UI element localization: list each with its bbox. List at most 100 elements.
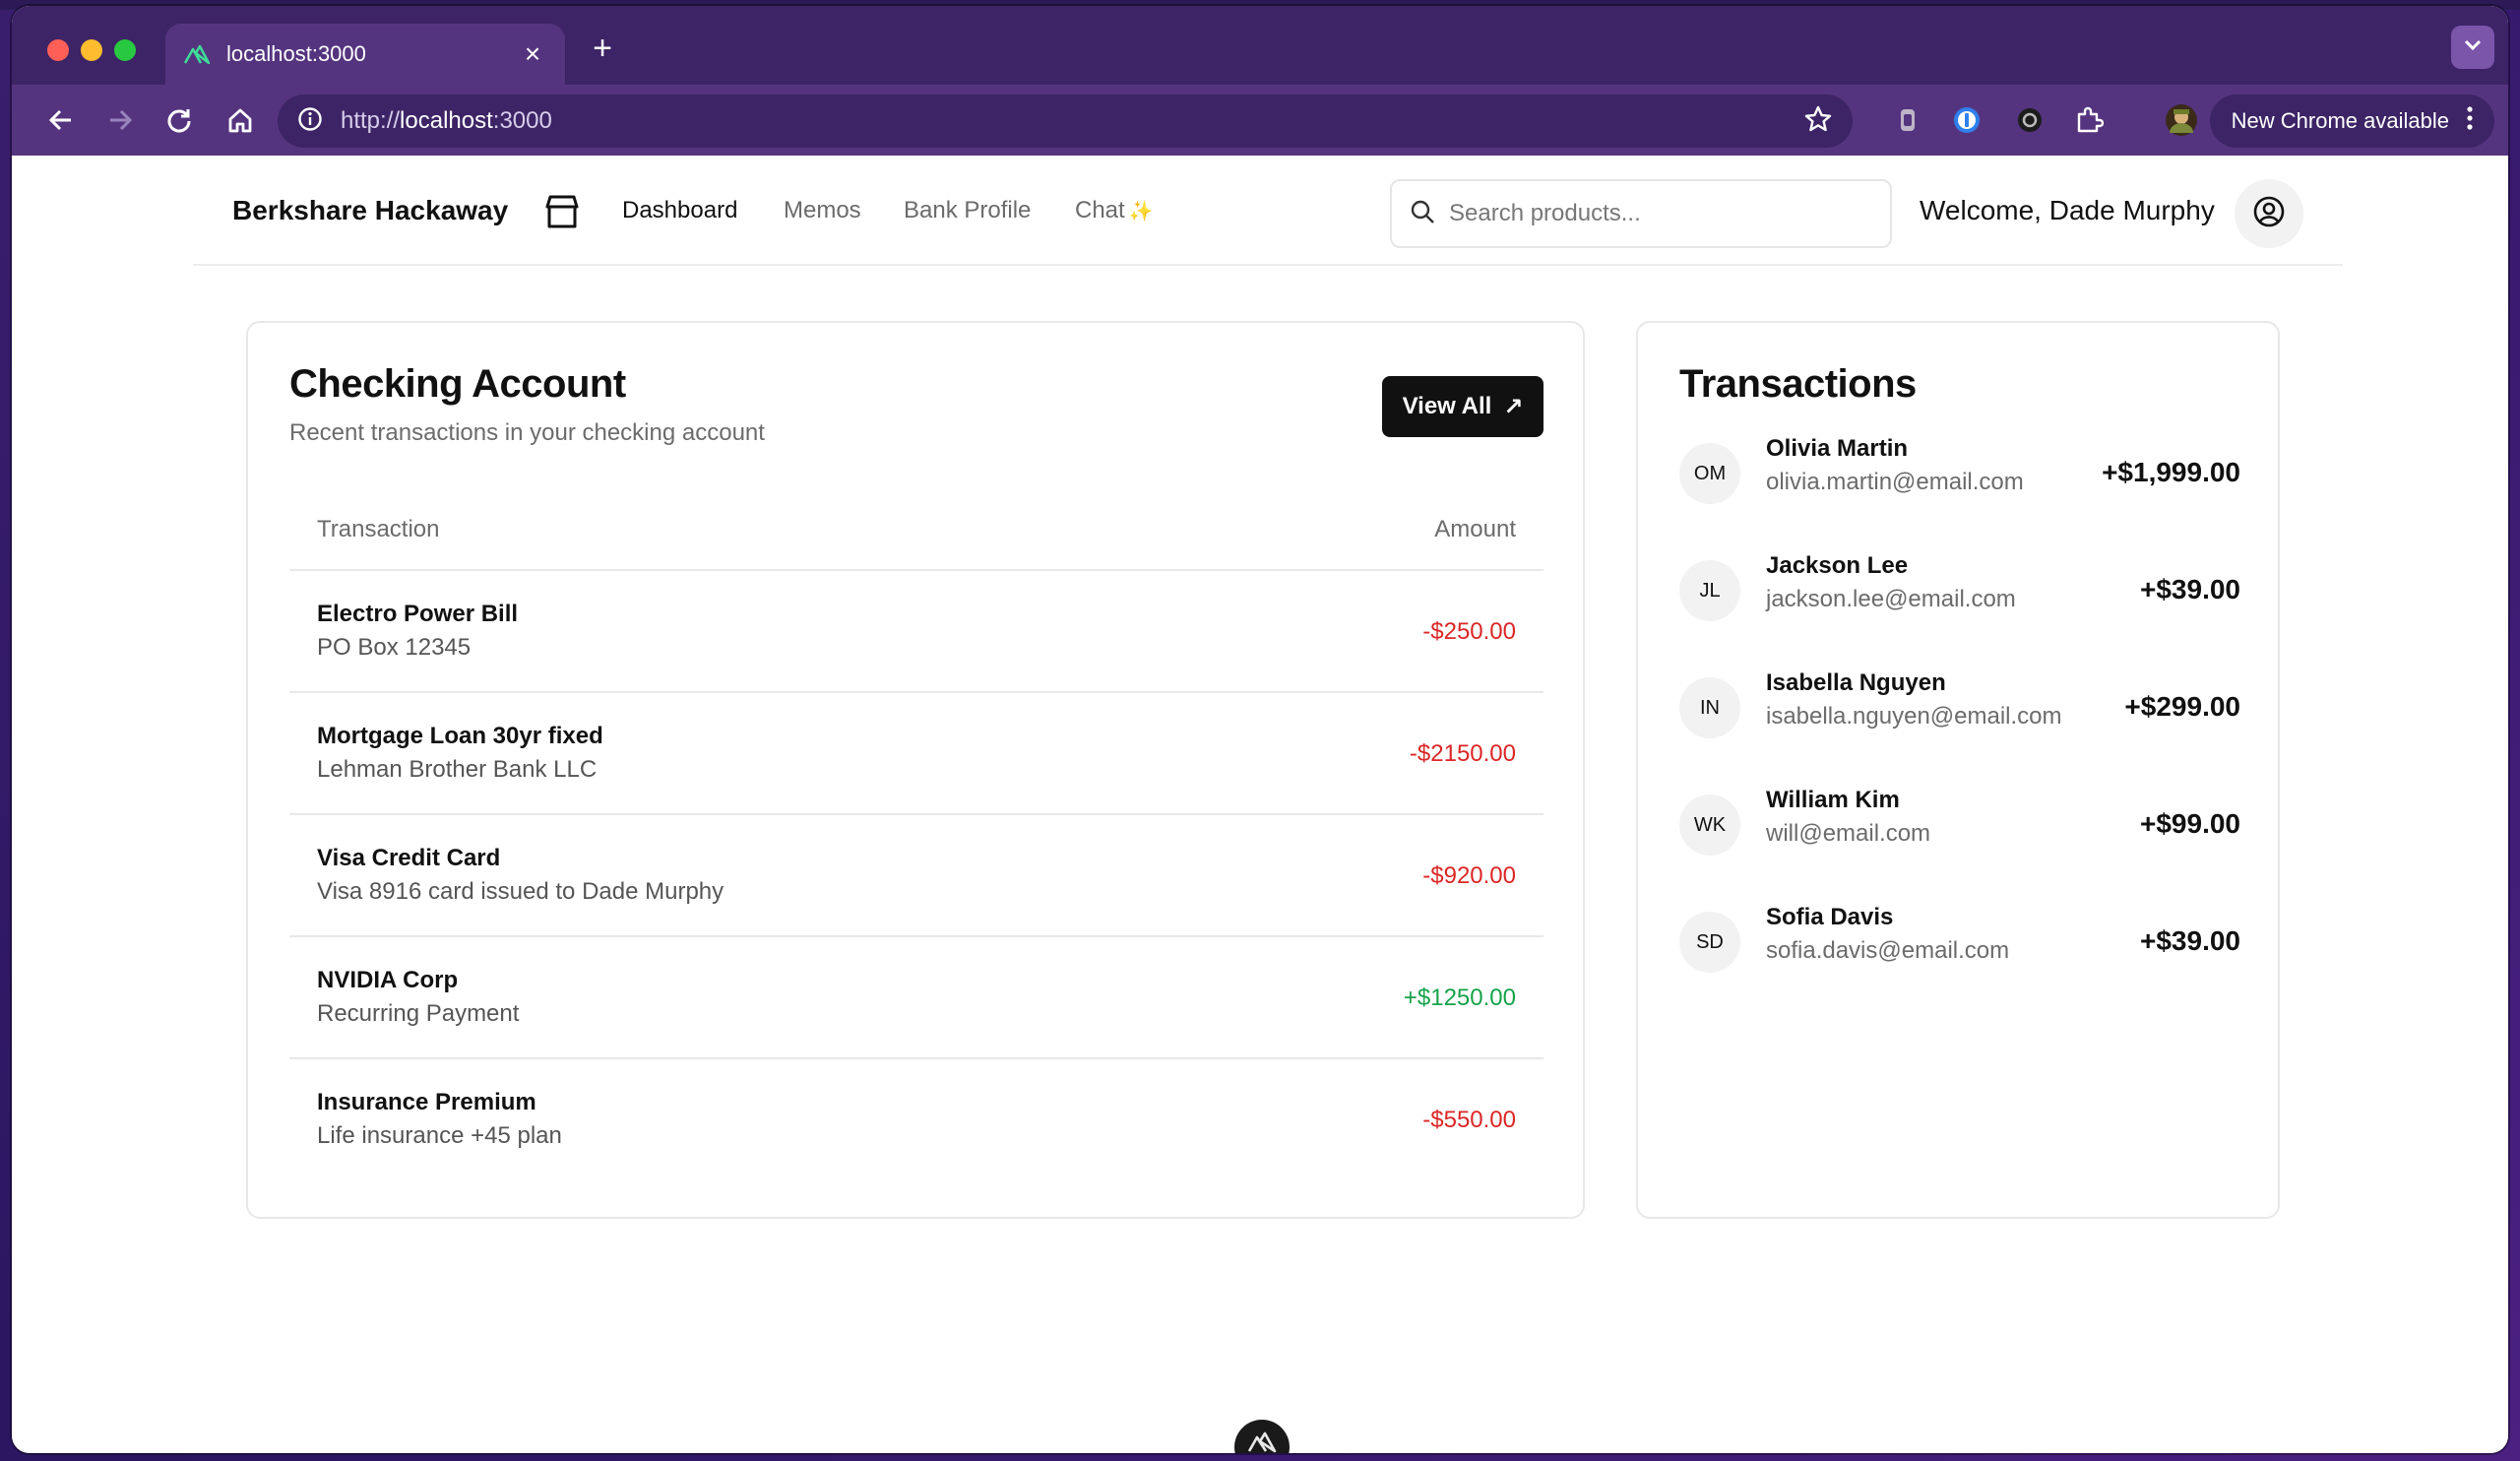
app-header: Berkshare Hackaway Dashboard Memos Bank … <box>193 156 2343 266</box>
customer-email: sofia.davis@email.com <box>1766 937 2010 964</box>
password-manager-icon[interactable] <box>1945 98 1988 142</box>
card-subtitle: Recent transactions in your checking acc… <box>289 419 765 446</box>
web-page: Berkshare Hackaway Dashboard Memos Bank … <box>12 156 2508 1453</box>
search-input[interactable] <box>1449 200 1862 227</box>
customer-name: Sofia Davis <box>1766 904 1894 930</box>
browser-window: localhost:3000 × + http://localhost:3000… <box>12 6 2508 1453</box>
chrome-update-button[interactable]: New Chrome available <box>2209 95 2494 148</box>
browser-tab[interactable]: localhost:3000 × <box>165 24 565 85</box>
checking-account-card: Checking Account Recent transactions in … <box>246 321 1585 1219</box>
customer-name: Isabella Nguyen <box>1766 669 1946 696</box>
transaction-amount: -$920.00 <box>1422 862 1516 889</box>
close-window-button[interactable] <box>47 39 69 61</box>
transaction-amount: +$1250.00 <box>1403 985 1516 1011</box>
transaction-name: NVIDIA Corp <box>317 967 459 993</box>
transactions-card: Transactions OM Olivia Martin olivia.mar… <box>1636 321 2280 1219</box>
list-item[interactable]: SD Sofia Davis sofia.davis@email.com +$3… <box>1679 904 2240 1029</box>
customer-email: isabella.nguyen@email.com <box>1766 703 2062 730</box>
customer-name: Olivia Martin <box>1766 435 1909 462</box>
more-menu-icon <box>2467 106 2473 136</box>
back-button[interactable] <box>37 96 85 144</box>
tab-close-icon[interactable]: × <box>518 40 547 68</box>
extensions-puzzle-icon[interactable] <box>2067 98 2110 142</box>
browser-toolbar: http://localhost:3000 New Chrome availab… <box>12 85 2508 156</box>
card-title: Transactions <box>1679 362 1917 406</box>
back-arrow-icon <box>48 109 71 131</box>
search-box[interactable] <box>1390 179 1892 248</box>
avatar: WK <box>1679 794 1740 856</box>
table-row[interactable]: Mortgage Loan 30yr fixed Lehman Brother … <box>289 693 1544 815</box>
extension-gear-icon[interactable] <box>2008 98 2051 142</box>
arrow-up-right-icon: ↗ <box>1503 393 1524 420</box>
transaction-name: Electro Power Bill <box>317 601 519 627</box>
nuxt-icon <box>1247 1431 1277 1453</box>
zoom-window-button[interactable] <box>114 39 136 61</box>
avatar: IN <box>1679 677 1740 738</box>
transactions-table: Transaction Amount Electro Power Bill PO… <box>289 486 1544 1181</box>
nav-chat[interactable]: Chat ✨ <box>1075 197 1154 224</box>
table-header: Transaction Amount <box>289 486 1544 571</box>
customer-name: William Kim <box>1766 787 1900 813</box>
profile-avatar-icon[interactable] <box>2160 98 2203 142</box>
welcome-text: Welcome, Dade Murphy <box>1920 195 2215 225</box>
tab-search-button[interactable] <box>2451 26 2494 69</box>
customer-email: olivia.martin@email.com <box>1766 469 2024 495</box>
bookmark-star-icon[interactable] <box>1803 104 1833 139</box>
transaction-amount: -$2150.00 <box>1409 740 1516 767</box>
transaction-amount: +$299.00 <box>2124 691 2240 722</box>
url-text: http://localhost:3000 <box>341 107 552 134</box>
new-tab-button[interactable]: + <box>583 32 622 65</box>
nav-bank-profile[interactable]: Bank Profile <box>904 197 1031 224</box>
address-bar[interactable]: http://localhost:3000 <box>278 95 1853 148</box>
list-item[interactable]: JL Jackson Lee jackson.lee@email.com +$3… <box>1679 552 2240 677</box>
home-button[interactable] <box>217 96 264 144</box>
nav-memos[interactable]: Memos <box>784 197 861 224</box>
forward-arrow-icon <box>110 109 133 131</box>
transaction-description: Life insurance +45 plan <box>317 1122 562 1149</box>
site-info-icon[interactable] <box>297 106 323 137</box>
transaction-description: Lehman Brother Bank LLC <box>317 756 598 783</box>
card-title: Checking Account <box>289 362 626 406</box>
tab-title: localhost:3000 <box>226 41 366 66</box>
update-label: New Chrome available <box>2231 108 2449 133</box>
transaction-name: Insurance Premium <box>317 1089 536 1115</box>
avatar: SD <box>1679 912 1740 973</box>
transaction-name: Visa Credit Card <box>317 845 501 871</box>
table-row[interactable]: Visa Credit Card Visa 8916 card issued t… <box>289 815 1544 937</box>
customer-name: Jackson Lee <box>1766 552 1909 579</box>
user-menu-button[interactable] <box>2235 179 2303 248</box>
view-all-button[interactable]: View All ↗ <box>1382 376 1544 437</box>
list-item[interactable]: OM Olivia Martin olivia.martin@email.com… <box>1679 435 2240 560</box>
transaction-amount: +$1,999.00 <box>2102 457 2240 487</box>
user-circle-icon <box>2252 195 2286 233</box>
minimize-window-button[interactable] <box>81 39 102 61</box>
transaction-amount: +$39.00 <box>2140 574 2240 604</box>
reload-button[interactable] <box>156 96 203 144</box>
nav-chat-label: Chat <box>1075 197 1125 223</box>
extension-jar-icon[interactable] <box>1886 98 1929 142</box>
list-item[interactable]: IN Isabella Nguyen isabella.nguyen@email… <box>1679 669 2240 794</box>
reload-icon <box>167 109 191 133</box>
customer-email: will@email.com <box>1766 820 1931 847</box>
transaction-amount: -$250.00 <box>1422 618 1516 645</box>
brand-name[interactable]: Berkshare Hackaway <box>232 195 508 226</box>
avatar: OM <box>1679 443 1740 504</box>
customer-email: jackson.lee@email.com <box>1766 586 2016 612</box>
column-header-transaction: Transaction <box>317 516 440 542</box>
table-body: Electro Power Bill PO Box 12345 -$250.00… <box>289 571 1544 1181</box>
transaction-amount: +$39.00 <box>2140 925 2240 956</box>
store-icon <box>543 193 581 230</box>
transaction-amount: -$550.00 <box>1422 1107 1516 1133</box>
view-all-label: View All <box>1402 393 1492 419</box>
column-header-amount: Amount <box>1434 516 1516 542</box>
nav-dashboard[interactable]: Dashboard <box>622 197 737 224</box>
avatar: JL <box>1679 560 1740 621</box>
search-icon <box>1410 199 1435 229</box>
forward-button[interactable] <box>96 96 144 144</box>
table-row[interactable]: Electro Power Bill PO Box 12345 -$250.00 <box>289 571 1544 693</box>
table-row[interactable]: Insurance Premium Life insurance +45 pla… <box>289 1059 1544 1181</box>
list-item[interactable]: WK William Kim will@email.com +$99.00 <box>1679 787 2240 912</box>
table-row[interactable]: NVIDIA Corp Recurring Payment +$1250.00 <box>289 937 1544 1059</box>
transaction-amount: +$99.00 <box>2140 808 2240 839</box>
nuxt-devtools-button[interactable] <box>1234 1420 1290 1453</box>
